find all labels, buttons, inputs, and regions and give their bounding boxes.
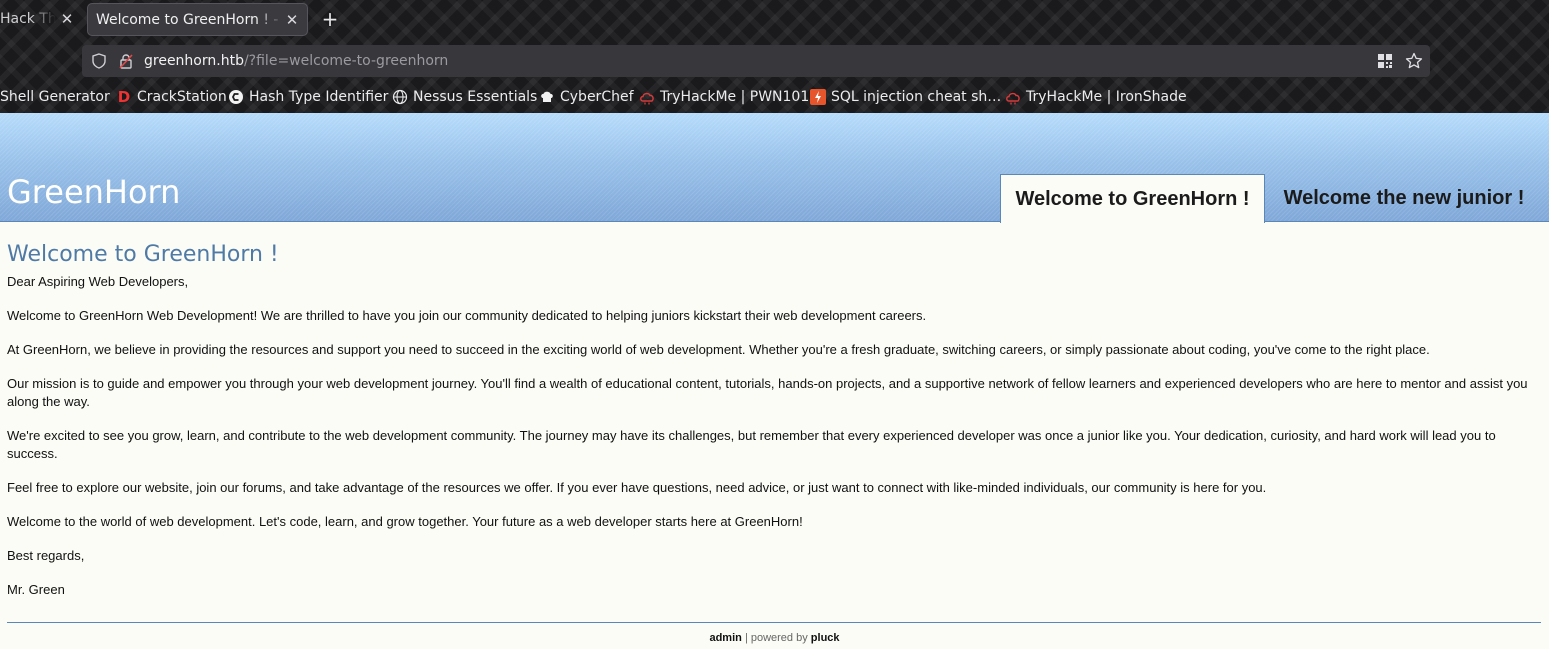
globe-icon [392, 89, 408, 105]
new-tab-button[interactable]: + [319, 8, 341, 30]
bookmark-label: CyberChef [560, 89, 634, 105]
article-paragraph: Our mission is to guide and empower you … [7, 376, 1528, 409]
tryhackme-icon [1006, 92, 1020, 105]
browser-chrome: Hack The Box ✕ Welcome to GreenHorn ! - … [0, 0, 1549, 113]
url-path: /?file=welcome-to-greenhorn [243, 53, 449, 69]
bookmark-label: Hash Type Identifier [249, 89, 389, 105]
bookmark-label: SQL injection cheat sh… [831, 89, 1002, 105]
bookmarks-toolbar: Shell Generator D CrackStation Hash Type… [0, 86, 1549, 108]
bookmark-label: TryHackMe | PWN101 [660, 89, 810, 105]
tab-greenhorn[interactable]: Welcome to GreenHorn ! - GreenHorn ✕ [87, 3, 308, 36]
bookmark-cyberchef[interactable]: CyberChef [539, 86, 634, 108]
url-text[interactable]: greenhorn.htb/?file=welcome-to-greenhorn [144, 53, 448, 69]
bookmark-tryhackme-pwn101[interactable]: TryHackMe | PWN101 [639, 86, 809, 108]
footer-separator: | powered by [744, 632, 808, 644]
hash-identifier-icon [229, 90, 243, 104]
tab-title: Welcome to GreenHorn ! - GreenHorn [96, 12, 284, 28]
bookmark-star-icon[interactable] [1405, 52, 1423, 70]
bookmark-label: Shell Generator [0, 89, 110, 105]
article-paragraph: Welcome to GreenHorn Web Development! We… [7, 308, 927, 323]
article: Welcome to GreenHorn ! Dear Aspiring Web… [7, 240, 1541, 615]
crackstation-d-icon: D [117, 88, 131, 106]
article-paragraph: At GreenHorn, we believe in providing th… [7, 342, 1430, 357]
nav-tab-welcome-to-greenhorn[interactable]: Welcome to GreenHorn ! [1000, 174, 1265, 223]
footer-divider [7, 622, 1541, 623]
article-signature: Mr. Green [7, 582, 65, 597]
bookmark-sql-injection-cheat-sheet[interactable]: SQL injection cheat sh… [810, 86, 1001, 108]
article-paragraph: Dear Aspiring Web Developers, [7, 274, 189, 289]
page-title: Welcome to GreenHorn ! [7, 242, 279, 267]
article-paragraph: Best regards, [7, 548, 85, 563]
tab-hack-the-box[interactable]: Hack The Box ✕ [0, 3, 84, 36]
site-header: GreenHorn Welcome to GreenHorn ! Welcome… [0, 113, 1549, 223]
pluck-link[interactable]: pluck [811, 632, 840, 644]
tryhackme-icon [640, 92, 654, 105]
close-tab-icon[interactable]: ✕ [284, 12, 300, 28]
admin-link[interactable]: admin [709, 632, 741, 644]
bookmark-label: CrackStation [137, 89, 227, 105]
nav-tab-welcome-the-new-junior[interactable]: Welcome the new junior ! [1266, 174, 1542, 222]
tab-title: Hack The Box [0, 11, 56, 27]
bookmark-hash-type-identifier[interactable]: Hash Type Identifier [228, 86, 388, 108]
portswigger-icon [810, 89, 826, 105]
url-host: greenhorn.htb [144, 53, 244, 69]
article-paragraph: We're excited to see you grow, learn, an… [7, 428, 1496, 461]
bookmark-tryhackme-ironshade[interactable]: TryHackMe | IronShade [1005, 86, 1187, 108]
footer: admin | powered by pluck [0, 632, 1549, 644]
bookmark-shell-generator[interactable]: Shell Generator [0, 86, 110, 108]
bookmark-label: TryHackMe | IronShade [1026, 89, 1187, 105]
article-paragraph: Welcome to the world of web development.… [7, 514, 803, 529]
lock-icon[interactable] [119, 53, 133, 69]
bookmark-nessus-essentials[interactable]: Nessus Essentials [392, 86, 537, 108]
bookmark-crackstation[interactable]: D CrackStation [116, 86, 227, 108]
chef-hat-icon [541, 91, 553, 102]
close-tab-icon[interactable]: ✕ [59, 11, 75, 27]
bookmark-label: Nessus Essentials [413, 89, 538, 105]
shield-icon[interactable] [92, 53, 106, 69]
site-title[interactable]: GreenHorn [7, 173, 180, 211]
address-bar[interactable]: greenhorn.htb/?file=welcome-to-greenhorn [82, 45, 1430, 77]
article-paragraph: Feel free to explore our website, join o… [7, 480, 1267, 495]
qr-code-icon[interactable] [1378, 54, 1392, 68]
